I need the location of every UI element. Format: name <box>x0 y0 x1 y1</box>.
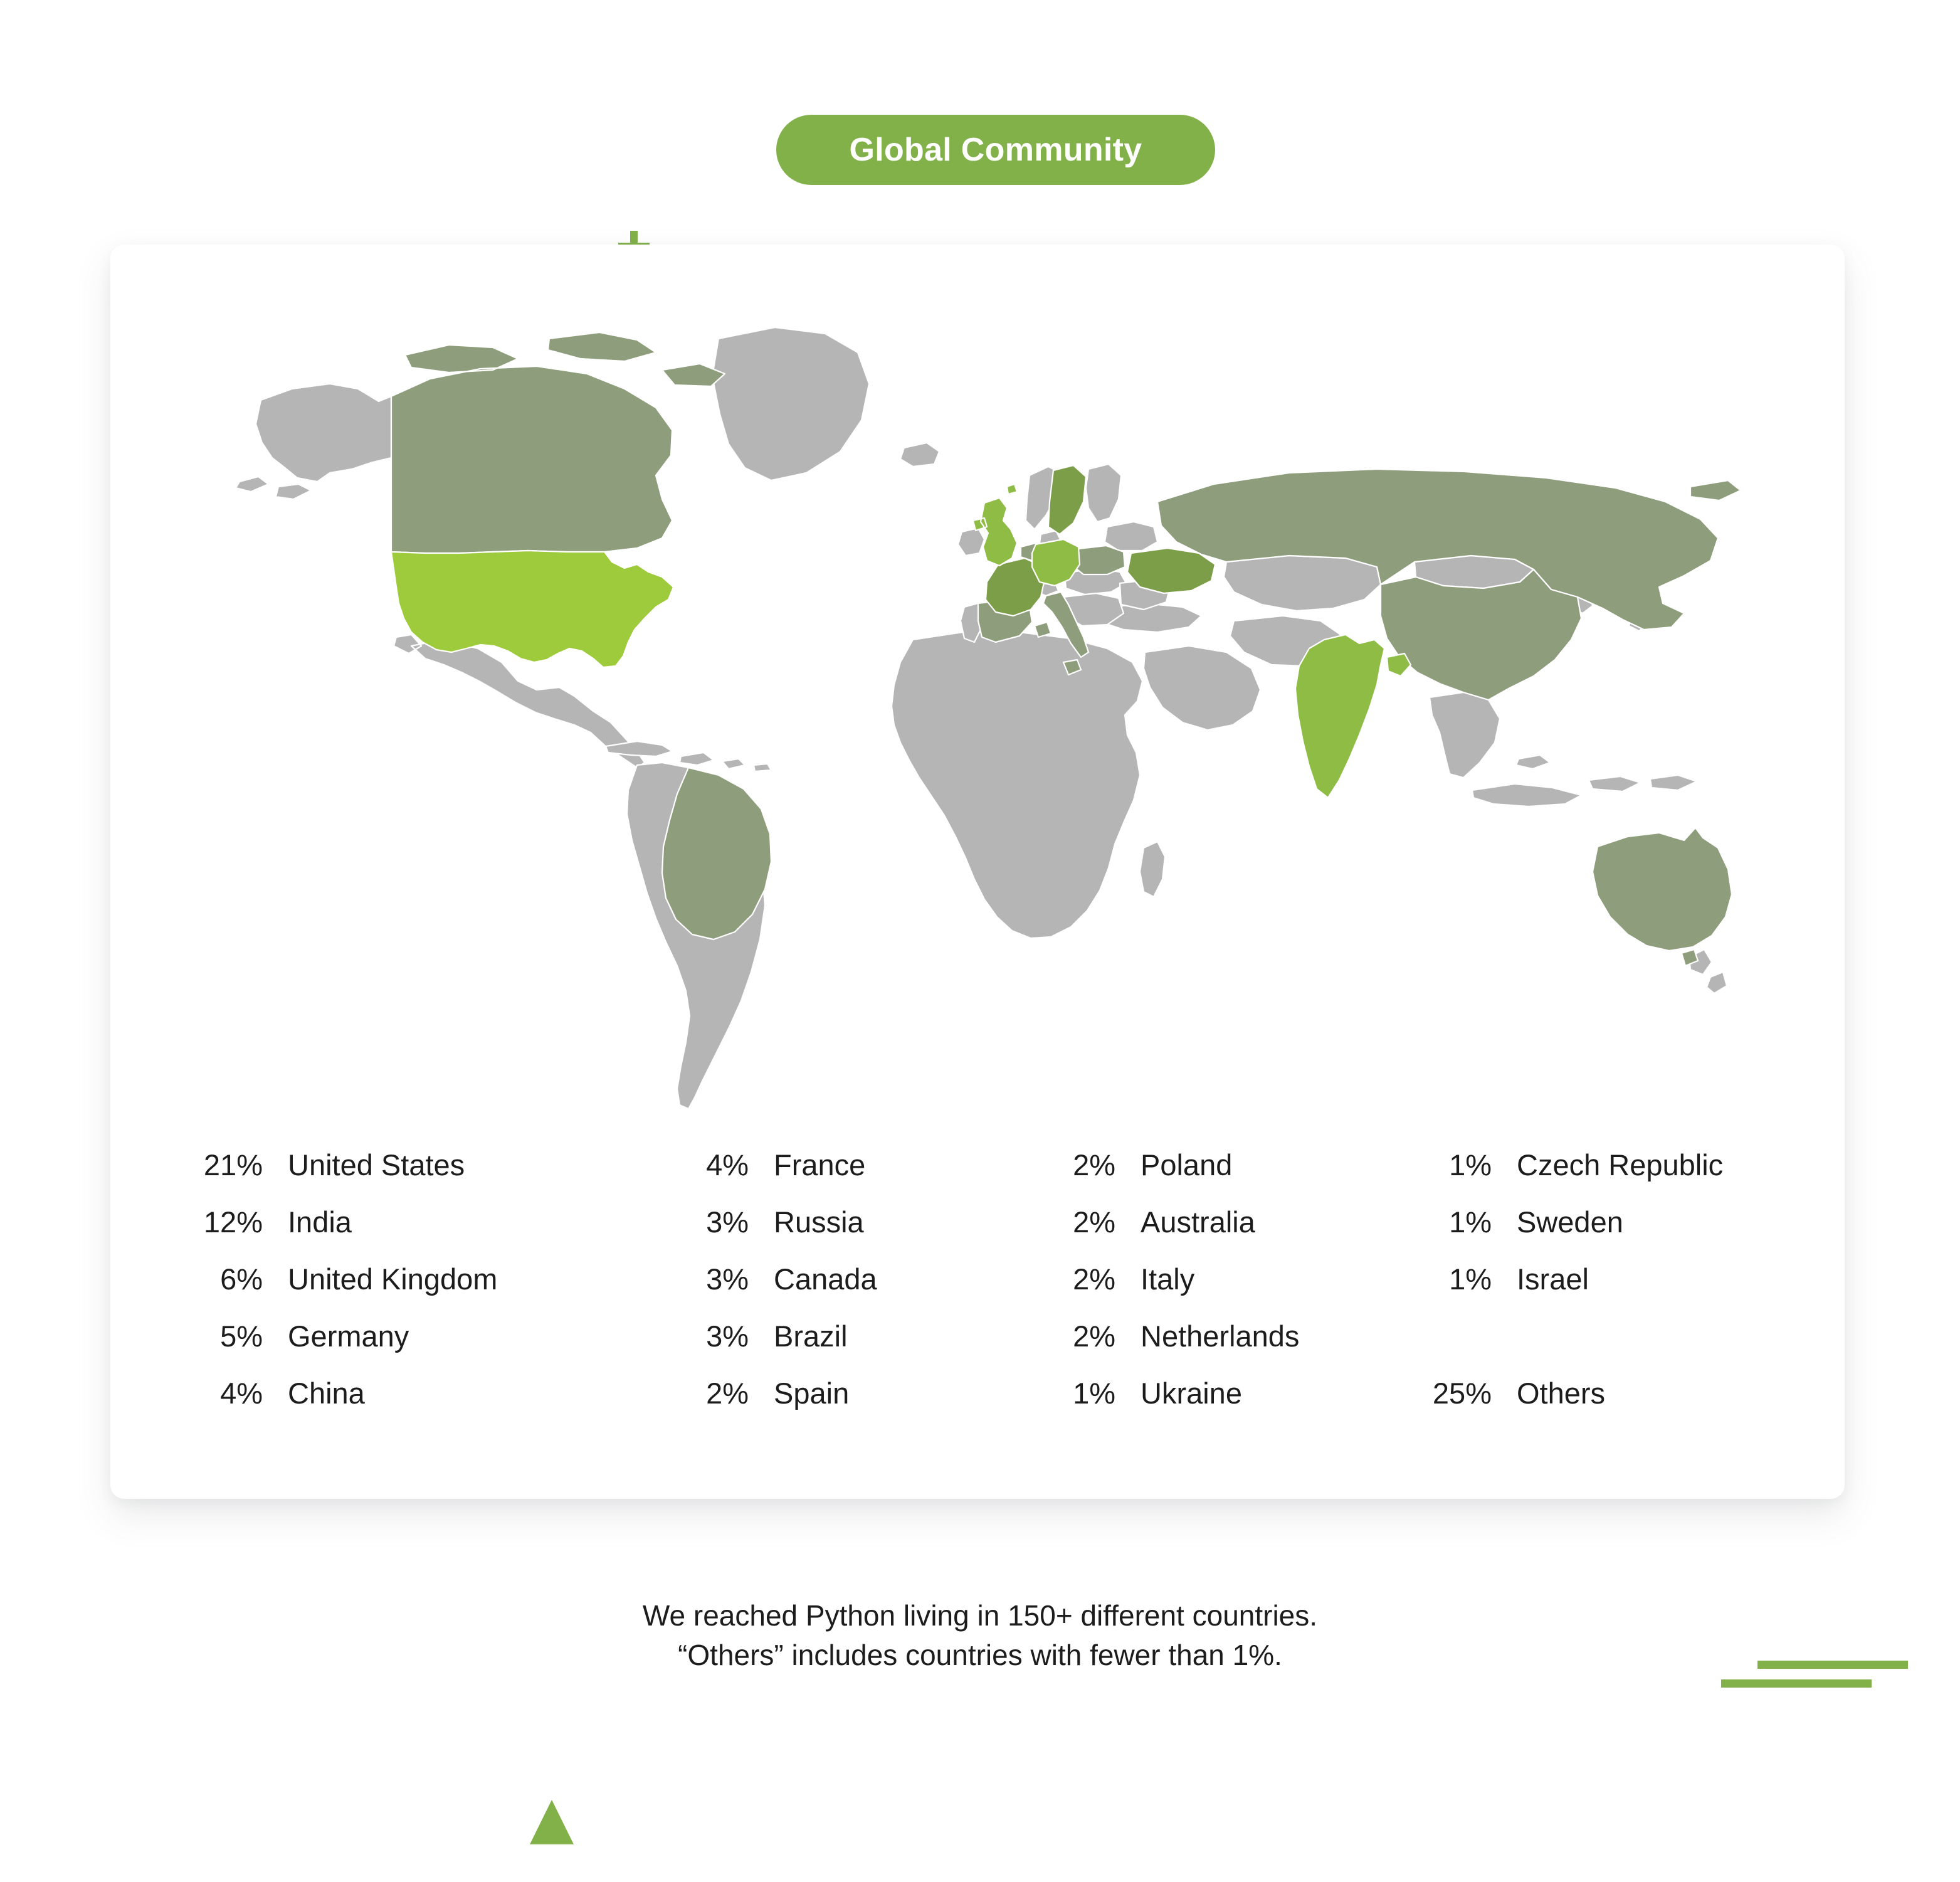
legend-country: Israel <box>1517 1262 1589 1296</box>
legend-country: China <box>288 1377 365 1410</box>
legend-percent: 5% <box>220 1319 263 1353</box>
legend-row: 1% Czech Republic <box>1418 1148 1831 1205</box>
legend-row: 4% France <box>675 1148 1041 1205</box>
legend-percent: 6% <box>220 1262 263 1296</box>
legend-percent: 12% <box>203 1205 263 1239</box>
world-map-svg <box>234 326 1741 1110</box>
legend-row: 2% Netherlands <box>1041 1319 1418 1376</box>
map-country-greenland <box>711 326 870 482</box>
legend-row: 2% Australia <box>1041 1205 1418 1262</box>
legend-percent: 4% <box>220 1377 263 1410</box>
map-country-central-asia <box>1223 554 1382 612</box>
legend-country: Poland <box>1141 1148 1233 1182</box>
legend-row: 12% India <box>189 1205 675 1262</box>
legend-percent: 1% <box>1449 1262 1492 1296</box>
legend-country: Russia <box>774 1205 864 1239</box>
legend-column-1: 21% United States 12% India 6% United Ki… <box>189 1148 675 1433</box>
legend-percent: 1% <box>1449 1205 1492 1239</box>
legend-percent: 4% <box>706 1148 749 1182</box>
map-country-africa <box>890 631 1144 939</box>
legend-column-3: 2% Poland 2% Australia 2% Italy 2% Nethe… <box>1041 1148 1418 1433</box>
legend-row: 3% Russia <box>675 1205 1041 1262</box>
legend-column-4: 1% Czech Republic 1% Sweden 1% Israel 25… <box>1418 1148 1831 1433</box>
country-percentage-legend: 21% United States 12% India 6% United Ki… <box>189 1148 1831 1433</box>
map-country-se-asia <box>1428 691 1501 779</box>
legend-row: 6% United Kingdom <box>189 1262 675 1319</box>
map-country-finland <box>1085 463 1122 523</box>
legend-percent: 21% <box>203 1148 263 1182</box>
legend-percent: 2% <box>706 1377 749 1410</box>
footer-note-line-2: “Others” includes countries with fewer t… <box>678 1639 1282 1672</box>
legend-row: 2% Italy <box>1041 1262 1418 1319</box>
legend-country: Australia <box>1141 1205 1255 1239</box>
legend-row: 3% Canada <box>675 1262 1041 1319</box>
legend-row: 1% Israel <box>1418 1262 1831 1319</box>
legend-row: 4% China <box>189 1376 675 1433</box>
legend-percent: 3% <box>706 1205 749 1239</box>
page-title: Global Community <box>849 132 1142 168</box>
map-country-indonesia <box>1471 754 1698 808</box>
map-country-australia <box>1591 827 1733 967</box>
legend-percent: 2% <box>1073 1262 1115 1296</box>
legend-country: France <box>774 1148 866 1182</box>
legend-row: 1% Sweden <box>1418 1205 1831 1262</box>
legend-row: 5% Germany <box>189 1319 675 1376</box>
legend-row: 21% United States <box>189 1148 675 1205</box>
map-country-madagascar <box>1139 840 1166 898</box>
legend-percent: 2% <box>1073 1319 1115 1353</box>
legend-country: United Kingdom <box>288 1262 498 1296</box>
legend-country: Czech Republic <box>1517 1148 1724 1182</box>
map-country-china <box>1379 568 1583 701</box>
legend-percent: 2% <box>1073 1205 1115 1239</box>
legend-row: 3% Brazil <box>675 1319 1041 1376</box>
legend-percent: 3% <box>706 1262 749 1296</box>
map-country-iceland <box>899 441 940 468</box>
map-country-sweden <box>1047 464 1087 536</box>
legend-percent: 25% <box>1432 1377 1492 1410</box>
world-map <box>223 314 1741 1123</box>
legend-percent: 3% <box>706 1319 749 1353</box>
legend-country: Canada <box>774 1262 877 1296</box>
map-country-india <box>1294 633 1412 799</box>
legend-country: Spain <box>774 1377 850 1410</box>
legend-row: 25% Others <box>1418 1376 1831 1433</box>
map-country-baltics <box>1104 521 1159 552</box>
legend-row: 2% Poland <box>1041 1148 1418 1205</box>
legend-row: 1% Ukraine <box>1041 1376 1418 1433</box>
map-country-ukraine <box>1126 547 1216 595</box>
deco-line-bottom <box>1721 1679 1872 1688</box>
legend-row: 2% Spain <box>675 1376 1041 1433</box>
legend-percent: 1% <box>1449 1148 1492 1182</box>
footer-note-line-1: We reached Python living in 150+ differe… <box>642 1599 1318 1632</box>
legend-country: Brazil <box>774 1319 848 1353</box>
footer-note: We reached Python living in 150+ differe… <box>0 1596 1960 1676</box>
legend-country: India <box>288 1205 352 1239</box>
map-country-alaska <box>234 383 393 500</box>
map-country-ireland <box>957 527 986 557</box>
legend-country: Sweden <box>1517 1205 1623 1239</box>
global-community-card: 21% United States 12% India 6% United Ki… <box>110 245 1845 1499</box>
legend-column-2: 4% France 3% Russia 3% Canada 3% Brazil … <box>675 1148 1041 1433</box>
legend-country: Netherlands <box>1141 1319 1300 1353</box>
page-title-badge: Global Community <box>776 115 1215 185</box>
map-country-middle-east <box>1142 645 1262 731</box>
legend-country: Italy <box>1141 1262 1195 1296</box>
legend-country: United States <box>288 1148 465 1182</box>
legend-percent: 2% <box>1073 1148 1115 1182</box>
legend-country: Others <box>1517 1377 1606 1410</box>
legend-country: Ukraine <box>1141 1377 1242 1410</box>
legend-country: Germany <box>288 1319 409 1353</box>
legend-percent: 1% <box>1073 1377 1115 1410</box>
map-country-canada <box>390 331 726 554</box>
triangle-icon <box>530 1800 574 1844</box>
